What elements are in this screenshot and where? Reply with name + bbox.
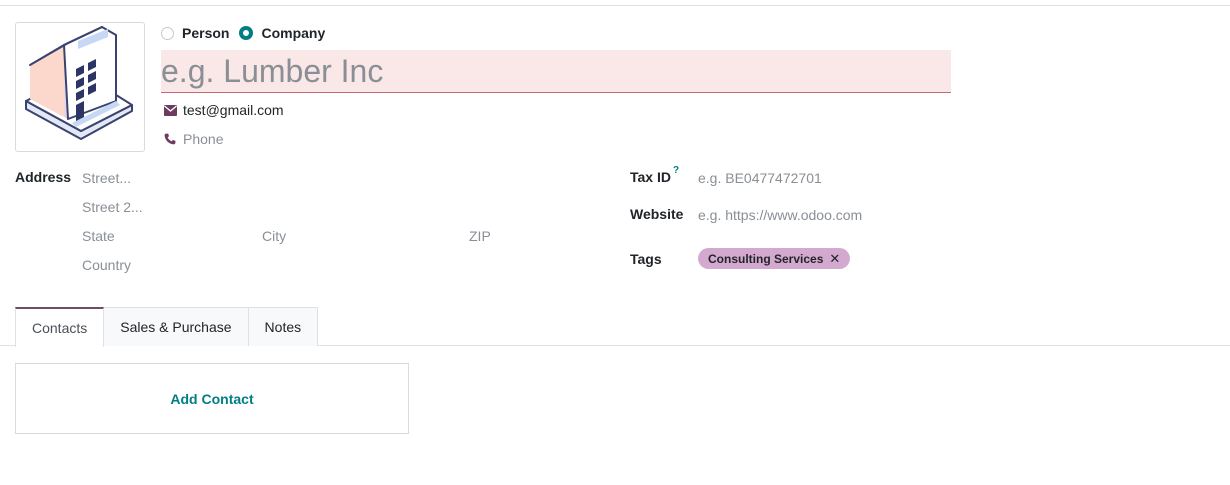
street2-input[interactable]: Street 2... bbox=[82, 199, 143, 215]
tags-label: Tags bbox=[630, 251, 662, 267]
person-radio[interactable]: Person bbox=[161, 25, 229, 41]
person-radio-label: Person bbox=[182, 25, 230, 41]
company-radio[interactable]: Company bbox=[239, 25, 325, 41]
tab-notes[interactable]: Notes bbox=[247, 307, 319, 346]
state-input[interactable]: State bbox=[82, 228, 115, 244]
notebook-tabs: Contacts Sales & Purchase Notes bbox=[15, 307, 319, 347]
company-avatar[interactable] bbox=[15, 22, 145, 152]
city-input[interactable]: City bbox=[262, 228, 286, 244]
tax-id-help-icon[interactable]: ? bbox=[673, 165, 679, 176]
building-icon bbox=[25, 26, 133, 140]
tax-id-label: Tax ID bbox=[630, 169, 671, 185]
company-radio-label: Company bbox=[261, 25, 326, 41]
phone-placeholder[interactable]: Phone bbox=[183, 131, 223, 147]
person-radio-dot[interactable] bbox=[161, 26, 174, 40]
tab-sales-purchase[interactable]: Sales & Purchase bbox=[103, 307, 249, 346]
add-contact-button[interactable]: Add Contact bbox=[170, 391, 253, 407]
envelope-icon bbox=[163, 103, 177, 117]
tax-id-input[interactable]: e.g. BE0477472701 bbox=[698, 170, 822, 186]
address-label: Address bbox=[15, 169, 72, 185]
email-value[interactable]: test@gmail.com bbox=[183, 102, 284, 118]
company-type-selector: Person Company bbox=[161, 24, 335, 42]
phone-icon bbox=[163, 132, 177, 146]
street-input[interactable]: Street... bbox=[82, 170, 131, 186]
company-name-input[interactable] bbox=[161, 50, 951, 93]
company-radio-dot[interactable] bbox=[239, 26, 254, 40]
website-label: Website bbox=[630, 206, 684, 222]
tab-contacts[interactable]: Contacts bbox=[15, 307, 105, 347]
email-field[interactable]: test@gmail.com bbox=[163, 101, 284, 119]
website-input[interactable]: e.g. https://www.odoo.com bbox=[698, 207, 862, 223]
zip-input[interactable]: ZIP bbox=[469, 228, 491, 244]
tag-badge[interactable]: Consulting Services ✕ bbox=[698, 248, 851, 269]
top-divider bbox=[0, 5, 1230, 6]
tag-label: Consulting Services bbox=[708, 251, 824, 266]
add-contact-card[interactable]: Add Contact bbox=[15, 363, 409, 434]
phone-field[interactable]: Phone bbox=[163, 130, 223, 148]
tag-remove-icon[interactable]: ✕ bbox=[829, 251, 840, 267]
country-input[interactable]: Country bbox=[82, 257, 131, 273]
